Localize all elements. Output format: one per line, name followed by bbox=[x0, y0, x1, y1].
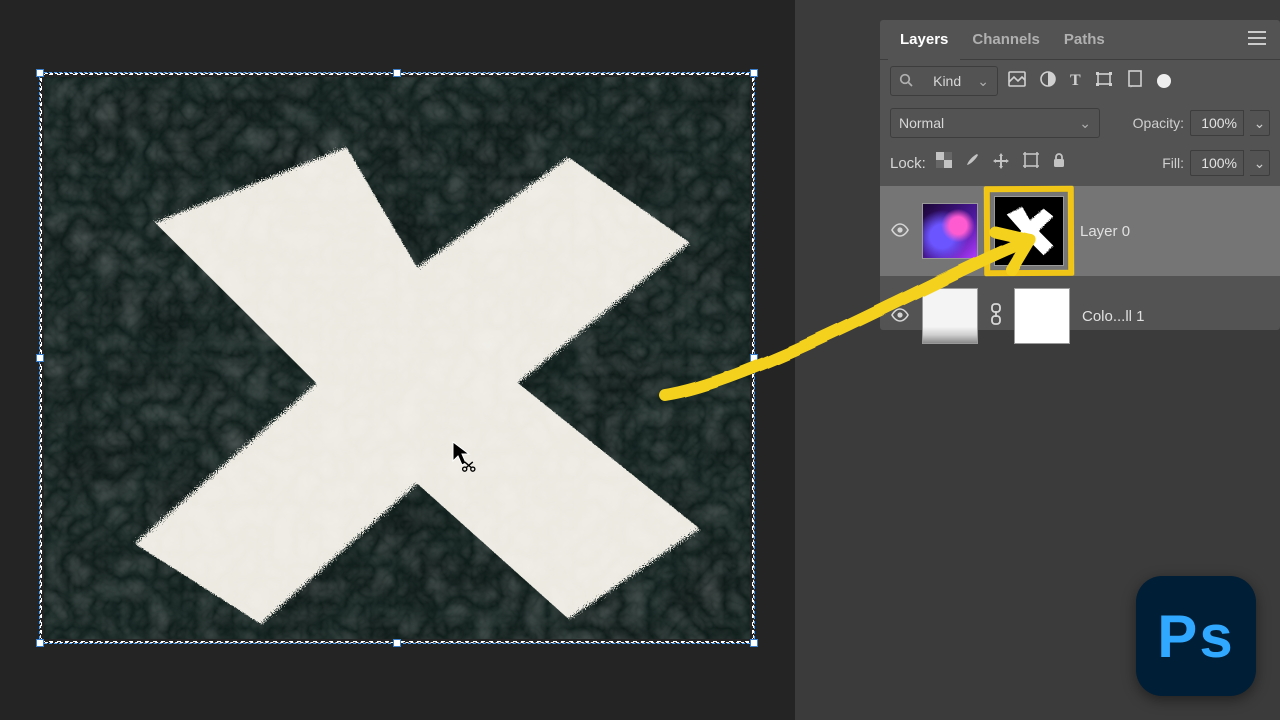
lock-artboard-icon[interactable] bbox=[1022, 152, 1040, 174]
filter-toggle-switch[interactable] bbox=[1157, 74, 1171, 88]
panel-tabs: Layers Channels Paths bbox=[880, 20, 1280, 60]
transform-handle-top-middle[interactable] bbox=[393, 69, 401, 77]
link-icon[interactable] bbox=[990, 303, 1002, 330]
tab-layers[interactable]: Layers bbox=[888, 20, 960, 60]
fill-chevron-icon[interactable]: ⌄ bbox=[1250, 150, 1270, 176]
document-area bbox=[0, 0, 795, 720]
blend-mode-value: Normal bbox=[899, 115, 944, 131]
layer-filter-kind-label: Kind bbox=[933, 73, 961, 89]
filter-type-icon[interactable]: T bbox=[1070, 72, 1081, 90]
lock-move-icon[interactable] bbox=[992, 152, 1010, 174]
blend-mode-dropdown[interactable]: Normal ⌄ bbox=[890, 108, 1100, 138]
fill-layer-thumbnail[interactable] bbox=[922, 288, 978, 344]
layer-row-layer0[interactable]: Layer 0 bbox=[880, 186, 1280, 276]
canvas-image[interactable] bbox=[44, 77, 750, 639]
lock-brush-icon[interactable] bbox=[964, 152, 980, 174]
transform-handle-bottom-right[interactable] bbox=[750, 639, 758, 647]
transform-handle-bottom-middle[interactable] bbox=[393, 639, 401, 647]
transform-handle-top-right[interactable] bbox=[750, 69, 758, 77]
lock-fill-row: Lock: Fill: 100% ⌄ bbox=[880, 144, 1280, 182]
lock-all-icon[interactable] bbox=[1052, 152, 1066, 174]
filter-smart-icon[interactable] bbox=[1127, 70, 1143, 93]
layer-filter-kind-dropdown[interactable]: Kind ⌄ bbox=[890, 66, 998, 96]
transform-handle-bottom-left[interactable] bbox=[36, 639, 44, 647]
layer-thumbnail[interactable] bbox=[922, 203, 978, 259]
canvas-selection[interactable] bbox=[40, 73, 754, 643]
visibility-toggle-icon[interactable] bbox=[890, 306, 910, 327]
layer-filter-row: Kind ⌄ T bbox=[880, 60, 1280, 102]
visibility-toggle-icon[interactable] bbox=[890, 221, 910, 242]
opacity-value[interactable]: 100% bbox=[1190, 110, 1244, 136]
photoshop-app-label: Ps bbox=[1157, 602, 1234, 671]
fill-value[interactable]: 100% bbox=[1190, 150, 1244, 176]
tab-channels[interactable]: Channels bbox=[960, 20, 1052, 60]
panel-menu-icon[interactable] bbox=[1242, 25, 1272, 55]
chevron-down-icon: ⌄ bbox=[977, 73, 989, 90]
transform-handle-top-left[interactable] bbox=[36, 69, 44, 77]
layers-list: Layer 0 Colo...ll 1 bbox=[880, 182, 1280, 360]
filter-shape-icon[interactable] bbox=[1095, 71, 1113, 92]
transform-handle-mid-left[interactable] bbox=[36, 354, 44, 362]
opacity-label: Opacity: bbox=[1133, 115, 1184, 131]
search-icon bbox=[899, 73, 913, 90]
layer-filter-icons: T bbox=[1008, 70, 1171, 93]
fill-label: Fill: bbox=[1162, 155, 1184, 171]
transform-handle-mid-right[interactable] bbox=[750, 354, 758, 362]
chevron-down-icon: ⌄ bbox=[1079, 115, 1091, 132]
layer-row-colorfill1[interactable]: Colo...ll 1 bbox=[880, 276, 1280, 356]
opacity-chevron-icon[interactable]: ⌄ bbox=[1250, 110, 1270, 136]
photoshop-app-icon: Ps bbox=[1136, 576, 1256, 696]
layers-panel: Layers Channels Paths Kind ⌄ T Normal bbox=[880, 20, 1280, 330]
layer-mask-highlight bbox=[990, 192, 1068, 270]
filter-pixel-icon[interactable] bbox=[1008, 71, 1026, 92]
layer-mask-thumbnail[interactable] bbox=[1014, 288, 1070, 344]
tab-paths[interactable]: Paths bbox=[1052, 20, 1117, 60]
blend-opacity-row: Normal ⌄ Opacity: 100% ⌄ bbox=[880, 102, 1280, 144]
layer-name[interactable]: Layer 0 bbox=[1080, 223, 1130, 240]
layer-mask-thumbnail[interactable] bbox=[994, 196, 1064, 266]
lock-pixels-icon[interactable] bbox=[936, 152, 952, 174]
lock-label: Lock: bbox=[890, 155, 926, 172]
filter-adjust-icon[interactable] bbox=[1040, 71, 1056, 92]
layer-name[interactable]: Colo...ll 1 bbox=[1082, 308, 1145, 325]
